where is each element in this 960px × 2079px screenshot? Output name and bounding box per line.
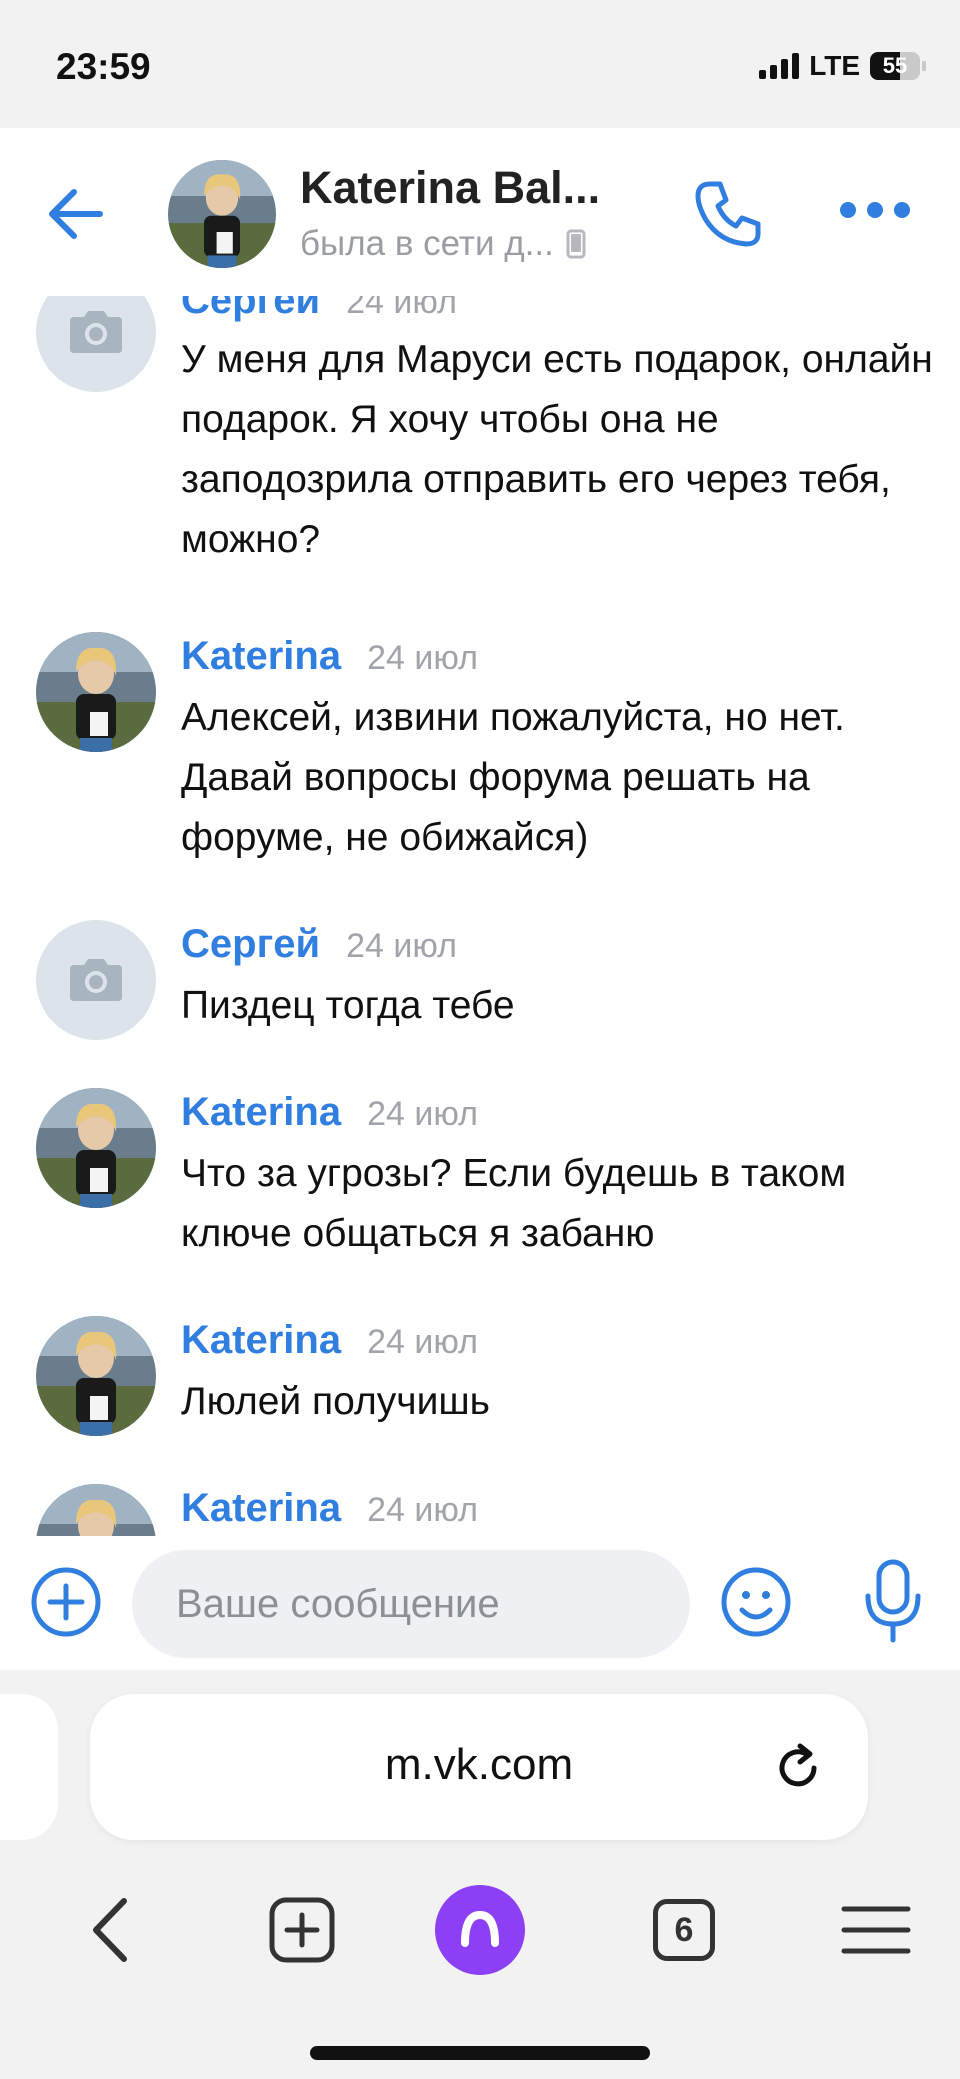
message-input[interactable]: [132, 1550, 690, 1658]
message-header: Katerina 24 июл: [181, 1318, 478, 1363]
mobile-device-icon: [566, 229, 586, 259]
status-bar: 23:59 LTE 55: [0, 0, 960, 128]
phone-icon[interactable]: [690, 176, 766, 252]
new-tab-icon: [269, 1897, 335, 1963]
hamburger-menu-icon: [841, 1906, 911, 1954]
avatar-photo: [168, 160, 276, 268]
message-date: 24 июл: [367, 1491, 478, 1529]
message-header: Сергей 24 июл: [181, 296, 457, 323]
message-date: 24 июл: [367, 639, 478, 677]
message-author[interactable]: Katerina: [181, 1486, 341, 1531]
sender-avatar[interactable]: [36, 920, 156, 1040]
more-icon[interactable]: [840, 202, 910, 224]
signal-icon: [759, 53, 800, 79]
menu-button[interactable]: [836, 1880, 916, 1980]
smile-icon[interactable]: [720, 1566, 792, 1638]
nav-back-button[interactable]: [70, 1880, 150, 1980]
message-text: Люлей получишь: [181, 1380, 490, 1423]
back-arrow-icon[interactable]: [44, 184, 110, 244]
chevron-left-icon: [93, 1898, 127, 1962]
message-header: Katerina 24 июл: [181, 1090, 478, 1135]
avatar-photo: [36, 632, 156, 752]
message-author[interactable]: Katerina: [181, 1318, 341, 1363]
message-date: 24 июл: [367, 1095, 478, 1133]
browser-toolbar: m.vk.com: [0, 1670, 960, 2079]
network-type: LTE: [809, 50, 860, 81]
battery-level: 55: [882, 53, 908, 78]
sender-avatar[interactable]: [36, 632, 156, 752]
message-text: У меня для Маруси есть подарок, онлайн п…: [181, 338, 933, 561]
alice-assistant-button[interactable]: [432, 1880, 528, 1980]
contact-avatar[interactable]: [168, 160, 276, 268]
status-indicators: LTE 55: [759, 50, 926, 82]
message-author[interactable]: Katerina: [181, 1090, 341, 1135]
sender-avatar[interactable]: [36, 1088, 156, 1208]
status-time: 23:59: [56, 46, 151, 87]
alice-icon: [435, 1885, 525, 1975]
contact-status: была в сети д...: [300, 224, 586, 264]
sender-avatar[interactable]: [36, 1484, 156, 1536]
reload-icon[interactable]: [770, 1740, 826, 1796]
camera-icon: [70, 959, 122, 1001]
battery-icon: 55: [870, 52, 920, 80]
avatar-photo: [36, 1316, 156, 1436]
message-author[interactable]: Сергей: [181, 296, 320, 323]
add-attachment-icon[interactable]: [30, 1566, 102, 1638]
address-bar[interactable]: m.vk.com: [90, 1694, 868, 1840]
message-author[interactable]: Katerina: [181, 634, 341, 679]
browser-nav-bar: 6: [0, 1880, 960, 2000]
sender-avatar[interactable]: [36, 296, 156, 392]
message-text: Пиздец тогда тебе: [181, 984, 515, 1027]
contact-status-text: была в сети д...: [300, 224, 554, 263]
previous-tab-preview[interactable]: [0, 1694, 58, 1840]
tabs-count: 6: [653, 1899, 715, 1961]
message-list[interactable]: Сергей 24 июл У меня для Маруси есть под…: [0, 296, 960, 1536]
avatar-photo: [36, 1484, 156, 1536]
message-text: Что за угрозы? Если будешь в таком ключе…: [181, 1152, 847, 1255]
avatar-photo: [36, 1088, 156, 1208]
tabs-button[interactable]: 6: [646, 1880, 722, 1980]
message-date: 24 июл: [346, 296, 457, 321]
message-date: 24 июл: [346, 927, 457, 965]
message-author[interactable]: Сергей: [181, 922, 320, 967]
microphone-icon[interactable]: [860, 1558, 926, 1644]
sender-avatar[interactable]: [36, 1316, 156, 1436]
contact-name[interactable]: Katerina Bal...: [300, 162, 600, 214]
message-text: Алексей, извини пожалуйста, но нет. Дава…: [181, 696, 845, 859]
url-text[interactable]: m.vk.com: [90, 1740, 868, 1790]
camera-icon: [70, 311, 122, 353]
message-date: 24 июл: [367, 1323, 478, 1361]
chat-header: Katerina Bal... была в сети д...: [0, 128, 960, 296]
message-header: Сергей 24 июл: [181, 922, 457, 967]
message-composer: [0, 1536, 960, 1671]
message-header: Katerina 24 июл: [181, 634, 478, 679]
home-indicator[interactable]: [310, 2046, 650, 2060]
message-header: Katerina 24 июл: [181, 1486, 478, 1531]
new-tab-button[interactable]: [258, 1880, 346, 1980]
